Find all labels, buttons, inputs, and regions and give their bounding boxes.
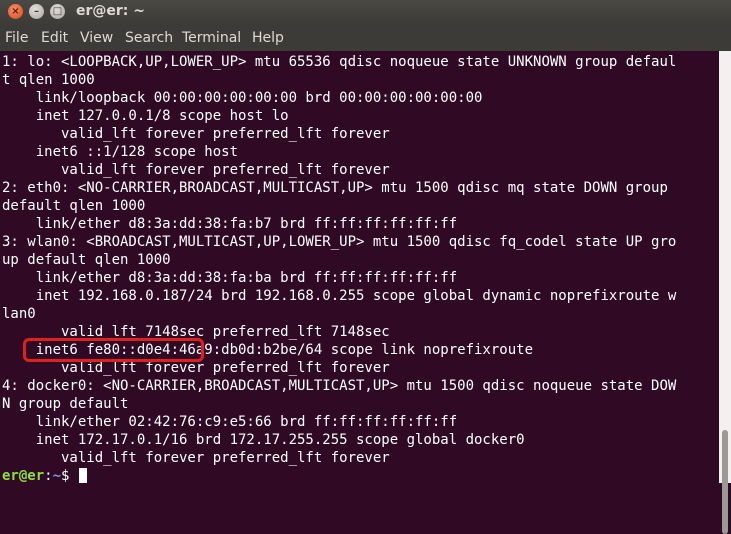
terminal-line: t qlen 1000 [2,72,95,88]
menu-bar: File Edit View Search Terminal Help [0,25,731,51]
menu-help[interactable]: Help [252,30,284,46]
menu-edit[interactable]: Edit [41,30,68,46]
menu-search[interactable]: Search [125,30,173,46]
terminal-line: up default qlen 1000 [2,252,171,268]
terminal-line: 2: eth0: <NO-CARRIER,BROADCAST,MULTICAST… [2,180,668,196]
scrollbar[interactable] [719,51,731,534]
ip-address-highlight [23,338,204,362]
terminal-line: lan0 [2,306,36,322]
prompt-path: ~ [52,468,62,484]
terminal-line: 1: lo: <LOOPBACK,UP,LOWER_UP> mtu 65536 … [2,54,677,70]
prompt-symbol: $ [61,468,78,484]
menu-terminal[interactable]: Terminal [182,30,241,46]
terminal-line: inet 127.0.0.1/8 scope host lo [2,108,289,124]
terminal-line: inet6 ::1/128 scope host [2,144,239,160]
terminal-line: link/ether d8:3a:dd:38:fa:ba brd ff:ff:f… [2,270,458,286]
terminal-line: default qlen 1000 [2,198,146,214]
menu-view[interactable]: View [80,30,113,46]
prompt-line: er@er:~$ [2,467,87,485]
window-title: er@er: ~ [76,3,146,19]
terminal-line: link/loopback 00:00:00:00:00:00 brd 00:0… [2,90,483,106]
terminal-line: link/ether d8:3a:dd:38:fa:b7 brd ff:ff:f… [2,216,458,232]
terminal-line: N group default [2,396,129,412]
prompt-user: er@er [2,468,45,484]
terminal-line: link/ether 02:42:76:c9:e5:66 brd ff:ff:f… [2,414,458,430]
terminal-line: valid_lft forever preferred_lft forever [2,126,390,142]
terminal-line: valid_lft forever preferred_lft forever [2,450,390,466]
minimize-icon[interactable]: – [29,4,44,19]
terminal-line: inet 192.168.0.187/24 brd 192.168.0.255 … [2,288,677,304]
terminal-line: inet 172.17.0.1/16 brd 172.17.255.255 sc… [2,432,525,448]
terminal-line: 4: docker0: <NO-CARRIER,BROADCAST,MULTIC… [2,378,677,394]
scroll-thumb[interactable] [722,430,728,534]
text-cursor [78,468,87,483]
title-bar: × – □ er@er: ~ [0,0,731,25]
menu-file[interactable]: File [5,30,28,46]
terminal-output[interactable]: 1: lo: <LOOPBACK,UP,LOWER_UP> mtu 65536 … [0,51,719,485]
maximize-icon[interactable]: □ [50,4,65,19]
terminal-line: valid_lft forever preferred_lft forever [2,162,390,178]
terminal-line: 3: wlan0: <BROADCAST,MULTICAST,UP,LOWER_… [2,234,677,250]
close-icon[interactable]: × [8,4,23,19]
